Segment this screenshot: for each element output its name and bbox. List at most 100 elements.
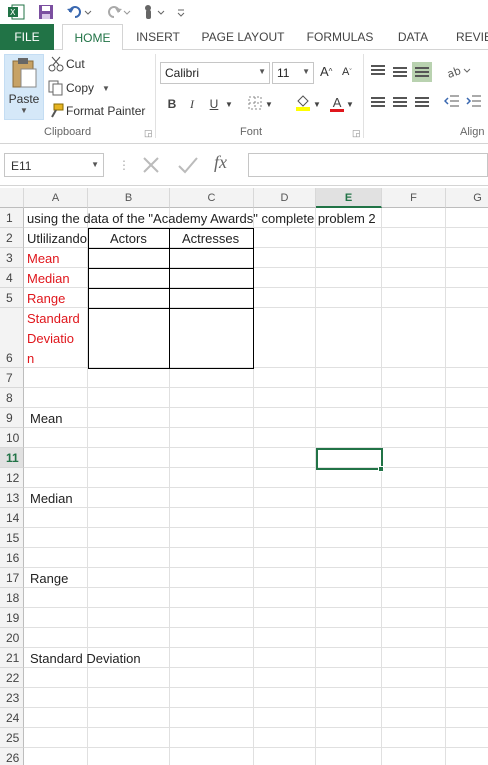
cell-c2[interactable]: Actresses: [182, 231, 239, 246]
row-header-25[interactable]: 25: [0, 728, 24, 748]
row-header-19[interactable]: 19: [0, 608, 24, 628]
font-color-dropdown-icon[interactable]: ▼: [346, 100, 354, 109]
copy-dropdown-icon[interactable]: ▼: [102, 84, 110, 93]
active-cell-selection[interactable]: [316, 448, 383, 470]
tab-file[interactable]: FILE: [0, 24, 54, 50]
cell-a21[interactable]: Standard Deviation: [30, 651, 141, 666]
font-size-combo[interactable]: 11 ▼: [272, 62, 314, 84]
cell-a2[interactable]: Utlilizando: [27, 231, 87, 246]
row-header-13[interactable]: 13: [0, 488, 24, 508]
enter-check-icon[interactable]: [176, 154, 200, 179]
row-header-24[interactable]: 24: [0, 708, 24, 728]
clipboard-dialog-launcher-icon[interactable]: ◲: [144, 128, 153, 139]
row-header-9[interactable]: 9: [0, 408, 24, 428]
bottom-align-button[interactable]: [412, 62, 432, 82]
column-header-a[interactable]: A: [24, 188, 88, 208]
cell-b2[interactable]: Actors: [110, 231, 147, 246]
customize-qat-icon[interactable]: [174, 2, 188, 22]
row-header-26[interactable]: 26: [0, 748, 24, 765]
font-color-button[interactable]: A ▼: [326, 93, 358, 115]
cell-a6-line3[interactable]: n: [27, 351, 34, 366]
cell-a3[interactable]: Mean: [27, 251, 60, 266]
tab-page-layout[interactable]: PAGE LAYOUT: [196, 24, 290, 50]
center-button[interactable]: [390, 92, 410, 112]
borders-button[interactable]: ▼: [242, 93, 278, 115]
font-size-dropdown-icon[interactable]: ▼: [302, 67, 310, 76]
decrease-indent-button[interactable]: [442, 92, 462, 112]
row-header-1[interactable]: 1: [0, 208, 24, 228]
name-box-dropdown-icon[interactable]: ▼: [91, 160, 99, 169]
borders-dropdown-icon[interactable]: ▼: [265, 100, 273, 109]
cell-a5[interactable]: Range: [27, 291, 65, 306]
formula-input[interactable]: [248, 153, 488, 177]
paste-button[interactable]: Paste ▼: [4, 54, 44, 120]
insert-function-button[interactable]: fx: [214, 152, 227, 173]
font-name-combo[interactable]: Calibri ▼: [160, 62, 270, 84]
row-header-7[interactable]: 7: [0, 368, 24, 388]
row-header-23[interactable]: 23: [0, 688, 24, 708]
select-all-corner[interactable]: [0, 188, 24, 208]
name-box[interactable]: E11 ▼: [4, 153, 104, 177]
row-header-6[interactable]: 6: [0, 308, 24, 368]
redo-icon[interactable]: [104, 2, 132, 22]
underline-dropdown-icon[interactable]: ▼: [224, 93, 234, 115]
shrink-font-button[interactable]: Aˇ: [342, 66, 352, 78]
italic-button[interactable]: I: [184, 93, 200, 115]
column-header-g[interactable]: G: [446, 188, 488, 208]
middle-align-button[interactable]: [390, 62, 410, 82]
underline-button[interactable]: U: [206, 93, 222, 115]
cell-a6-line2[interactable]: Deviatio: [27, 331, 74, 346]
row-header-15[interactable]: 15: [0, 528, 24, 548]
column-header-d[interactable]: D: [254, 188, 316, 208]
row-header-2[interactable]: 2: [0, 228, 24, 248]
cancel-icon[interactable]: [140, 154, 162, 179]
undo-icon[interactable]: [64, 2, 94, 22]
row-header-14[interactable]: 14: [0, 508, 24, 528]
format-painter-button[interactable]: Format Painter: [48, 101, 145, 121]
cell-a4[interactable]: Median: [27, 271, 70, 286]
row-header-21[interactable]: 21: [0, 648, 24, 668]
save-icon[interactable]: [36, 2, 56, 22]
touch-mode-icon[interactable]: [140, 2, 168, 22]
row-header-12[interactable]: 12: [0, 468, 24, 488]
cell-a17[interactable]: Range: [30, 571, 68, 586]
cell-a1[interactable]: using the data of the "Academy Awards" c…: [27, 211, 376, 226]
row-header-17[interactable]: 17: [0, 568, 24, 588]
fill-handle[interactable]: [378, 466, 384, 472]
tab-insert[interactable]: INSERT: [130, 24, 186, 50]
increase-indent-button[interactable]: [464, 92, 484, 112]
cut-button[interactable]: Cut: [48, 54, 85, 74]
row-header-3[interactable]: 3: [0, 248, 24, 268]
copy-button[interactable]: Copy ▼: [48, 78, 110, 98]
top-align-button[interactable]: [368, 60, 388, 80]
row-header-5[interactable]: 5: [0, 288, 24, 308]
column-header-b[interactable]: B: [88, 188, 170, 208]
font-name-dropdown-icon[interactable]: ▼: [258, 67, 266, 76]
column-header-f[interactable]: F: [382, 188, 446, 208]
cell-a9[interactable]: Mean: [30, 411, 63, 426]
orientation-button[interactable]: ab: [444, 62, 474, 82]
row-header-18[interactable]: 18: [0, 588, 24, 608]
column-header-c[interactable]: C: [170, 188, 254, 208]
grow-font-button[interactable]: A ^: [320, 64, 332, 79]
align-right-button[interactable]: [412, 92, 432, 112]
row-header-20[interactable]: 20: [0, 628, 24, 648]
bold-button[interactable]: B: [164, 93, 180, 115]
tab-home[interactable]: HOME: [62, 24, 123, 51]
row-header-8[interactable]: 8: [0, 388, 24, 408]
row-header-11[interactable]: 11: [0, 448, 24, 468]
paste-dropdown-icon[interactable]: ▼: [20, 106, 28, 115]
row-header-10[interactable]: 10: [0, 428, 24, 448]
row-header-16[interactable]: 16: [0, 548, 24, 568]
column-header-e[interactable]: E: [316, 188, 382, 208]
fill-color-button[interactable]: ▼: [292, 93, 324, 115]
align-left-button[interactable]: [368, 92, 388, 112]
row-header-4[interactable]: 4: [0, 268, 24, 288]
cell-a6-line1[interactable]: Standard: [27, 311, 80, 326]
tab-review[interactable]: REVIEW: [446, 24, 488, 50]
font-dialog-launcher-icon[interactable]: ◲: [352, 128, 361, 139]
tab-data[interactable]: DATA: [390, 24, 436, 50]
cell-a13[interactable]: Median: [30, 491, 73, 506]
fill-color-dropdown-icon[interactable]: ▼: [313, 100, 321, 109]
tab-formulas[interactable]: FORMULAS: [300, 24, 380, 50]
